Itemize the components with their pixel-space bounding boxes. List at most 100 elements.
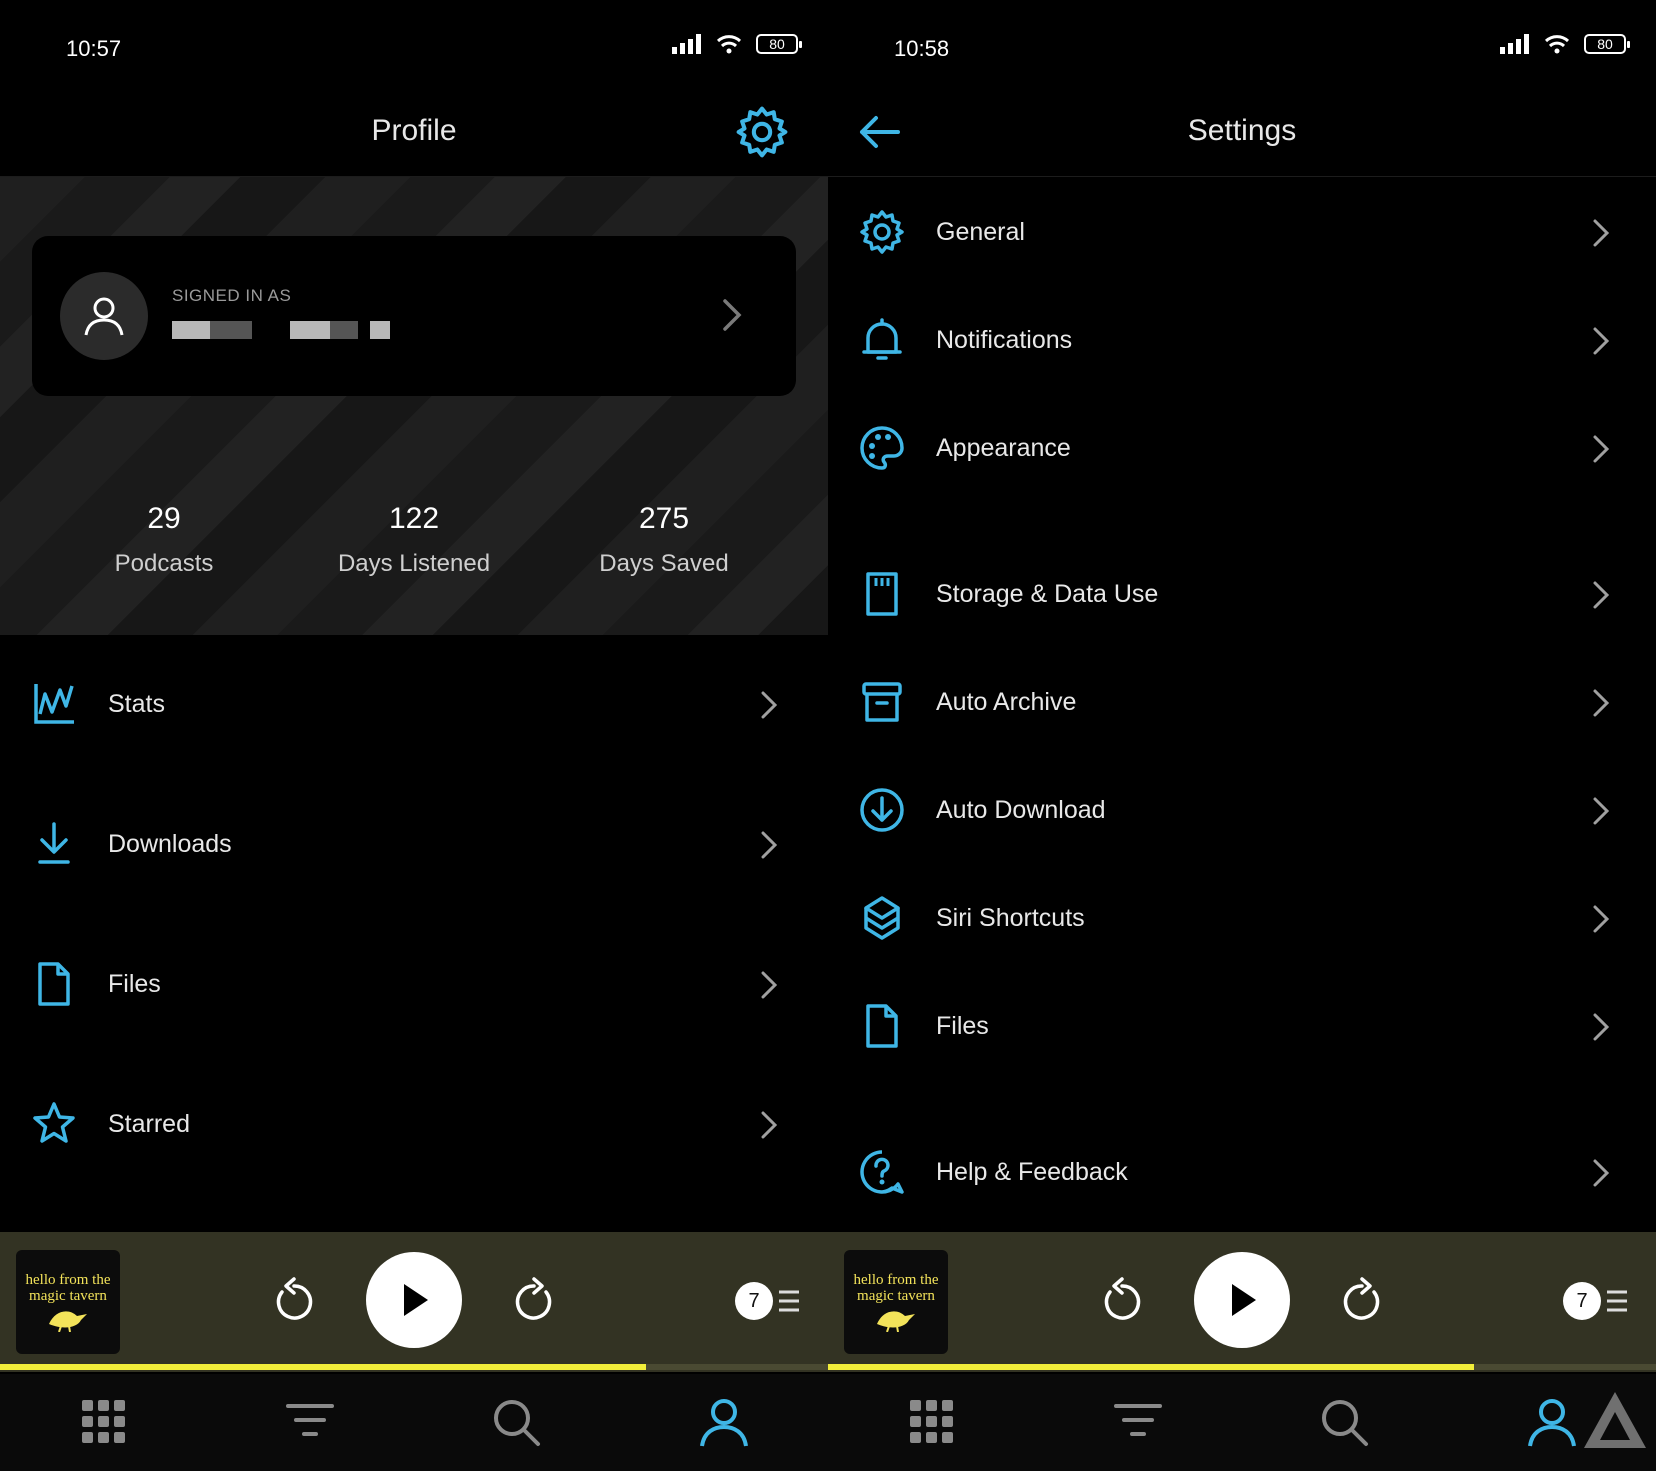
- bird-logo-icon: [877, 1311, 915, 1332]
- stat-label: Days Saved: [599, 550, 729, 577]
- skip-back-icon[interactable]: [1098, 1276, 1146, 1324]
- settings-item-label: Auto Archive: [936, 688, 1077, 716]
- list-icon: [779, 1290, 799, 1312]
- chevron-right-icon: [1593, 581, 1610, 609]
- play-button[interactable]: [1194, 1252, 1290, 1348]
- chevron-right-icon: [761, 831, 778, 859]
- battery-indicator: 80: [1584, 34, 1630, 54]
- palette-icon: [860, 426, 904, 470]
- playback-progress-bar[interactable]: [828, 1364, 1656, 1370]
- tab-search-icon[interactable]: [490, 1396, 542, 1448]
- gear-icon: [860, 210, 904, 254]
- artwork-text: hello from the: [25, 1272, 111, 1288]
- playback-progress-fill: [828, 1364, 1474, 1370]
- chevron-right-icon: [761, 1111, 778, 1139]
- settings-item-label: Siri Shortcuts: [936, 904, 1085, 932]
- up-next-button[interactable]: 7: [1563, 1282, 1629, 1320]
- artwork-text: magic tavern: [29, 1288, 107, 1304]
- menu-item-label: Starred: [108, 1110, 190, 1138]
- menu-item-starred[interactable]: Starred: [0, 1088, 828, 1168]
- settings-item-label: Help & Feedback: [936, 1158, 1128, 1186]
- account-card[interactable]: SIGNED IN AS: [32, 236, 796, 396]
- redacted-username: [210, 321, 252, 339]
- settings-item-auto-archive[interactable]: Auto Archive: [828, 662, 1656, 742]
- tab-filter-icon[interactable]: [1112, 1396, 1164, 1448]
- mini-player[interactable]: hello from the magic tavern 7: [828, 1232, 1656, 1372]
- chevron-right-icon: [1593, 327, 1610, 355]
- tab-podcasts-grid-icon[interactable]: [906, 1396, 958, 1448]
- settings-item-storage[interactable]: Storage & Data Use: [828, 554, 1656, 634]
- skip-forward-icon[interactable]: [1338, 1276, 1386, 1324]
- profile-header: SIGNED IN AS 29 Podcasts 122 Days Listen…: [0, 177, 828, 635]
- settings-item-appearance[interactable]: Appearance: [828, 408, 1656, 488]
- playback-progress-bar[interactable]: [0, 1364, 828, 1370]
- settings-item-notifications[interactable]: Notifications: [828, 300, 1656, 380]
- menu-item-stats[interactable]: Stats: [0, 668, 828, 748]
- chevron-right-icon: [723, 299, 742, 331]
- stat-label: Days Listened: [337, 550, 491, 577]
- download-circle-icon: [860, 788, 904, 832]
- profile-screen: 10:57 80 Profile SIGNED IN AS 29 Podcast…: [0, 0, 828, 1471]
- tab-bar: [828, 1374, 1656, 1471]
- file-icon: [866, 1004, 898, 1048]
- skip-back-icon[interactable]: [270, 1276, 318, 1324]
- stat-value: 275: [638, 502, 690, 535]
- menu-item-downloads[interactable]: Downloads: [0, 808, 828, 888]
- shortcuts-icon: [864, 896, 900, 940]
- settings-item-label: Storage & Data Use: [936, 580, 1159, 608]
- queue-count-badge: 7: [735, 1282, 773, 1320]
- tab-bar: [0, 1374, 828, 1471]
- chevron-right-icon: [1593, 689, 1610, 717]
- skip-forward-icon[interactable]: [510, 1276, 558, 1324]
- bell-icon: [862, 318, 902, 360]
- top-bar: Settings: [828, 90, 1656, 177]
- chevron-right-icon: [761, 971, 778, 999]
- play-icon: [1232, 1284, 1256, 1316]
- tab-filter-icon[interactable]: [284, 1396, 336, 1448]
- menu-item-label: Files: [108, 970, 161, 998]
- queue-count-badge: 7: [1563, 1282, 1601, 1320]
- chevron-right-icon: [761, 691, 778, 719]
- wifi-icon: [716, 35, 742, 54]
- settings-item-files[interactable]: Files: [828, 986, 1656, 1066]
- help-icon: [860, 1150, 904, 1194]
- page-title: Settings: [1187, 114, 1297, 147]
- stat-days-listened: 122 Days Listened: [304, 502, 524, 578]
- artwork-text: magic tavern: [857, 1288, 935, 1304]
- menu-item-label: Downloads: [108, 830, 232, 858]
- stats-chart-icon: [34, 684, 74, 724]
- menu-item-files[interactable]: Files: [0, 948, 828, 1028]
- settings-gear-icon[interactable]: [734, 104, 790, 160]
- tab-profile-icon[interactable]: [1526, 1396, 1578, 1448]
- signal-icon: [1500, 34, 1529, 54]
- stats-summary: 29 Podcasts 122 Days Listened 275 Days S…: [0, 502, 828, 602]
- signal-icon: [672, 34, 701, 54]
- bird-logo-icon: [49, 1311, 87, 1332]
- redacted-username: [172, 321, 210, 339]
- playback-progress-fill: [0, 1364, 646, 1370]
- page-title: Profile: [371, 114, 457, 147]
- episode-artwork[interactable]: hello from the magic tavern: [16, 1250, 120, 1354]
- stat-days-saved: 275 Days Saved: [554, 502, 774, 578]
- settings-item-auto-download[interactable]: Auto Download: [828, 770, 1656, 850]
- settings-item-help[interactable]: Help & Feedback: [828, 1132, 1656, 1212]
- chevron-right-icon: [1593, 435, 1610, 463]
- status-bar: 10:57 80: [0, 0, 828, 90]
- up-next-button[interactable]: 7: [735, 1282, 801, 1320]
- tab-podcasts-grid-icon[interactable]: [78, 1396, 130, 1448]
- episode-artwork[interactable]: hello from the magic tavern: [844, 1250, 948, 1354]
- stat-value: 29: [147, 502, 181, 535]
- stat-value: 122: [388, 502, 440, 535]
- play-button[interactable]: [366, 1252, 462, 1348]
- settings-item-siri-shortcuts[interactable]: Siri Shortcuts: [828, 878, 1656, 958]
- mini-player[interactable]: hello from the magic tavern 7: [0, 1232, 828, 1372]
- tab-search-icon[interactable]: [1318, 1396, 1370, 1448]
- settings-item-label: Auto Download: [936, 796, 1106, 824]
- settings-item-label: Files: [936, 1012, 989, 1040]
- settings-item-general[interactable]: General: [828, 192, 1656, 272]
- watermark-logo-icon: [1584, 1392, 1646, 1448]
- status-time: 10:58: [894, 36, 950, 61]
- settings-screen: 10:58 80 Settings General Notifications …: [828, 0, 1656, 1471]
- redacted-username: [330, 321, 358, 339]
- tab-profile-icon[interactable]: [698, 1396, 750, 1448]
